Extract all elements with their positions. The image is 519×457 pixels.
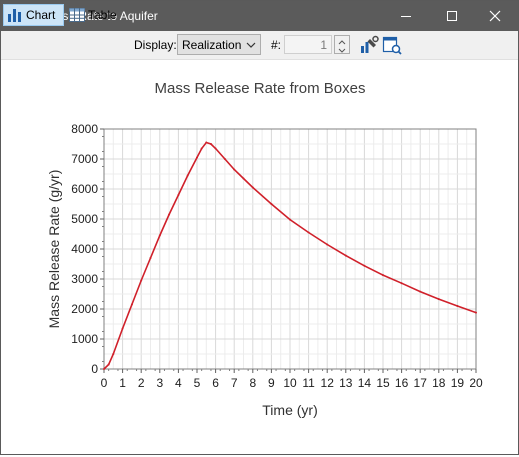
x-tick-label: 18 [432, 376, 446, 390]
chart-properties-icon [361, 35, 379, 53]
x-tick-label: 5 [194, 376, 201, 390]
x-axis-title: Time (yr) [262, 402, 317, 418]
x-tick-label: 20 [469, 376, 483, 390]
display-label: Display: [134, 38, 177, 52]
chart-view-button[interactable]: Chart [3, 4, 64, 26]
x-tick-label: 10 [283, 376, 297, 390]
spin-down-button[interactable] [335, 44, 349, 53]
y-tick-label: 1000 [71, 332, 98, 346]
release-rate-window: Release Rate to Aquifer Chart Table Disp… [0, 0, 519, 455]
table-icon [69, 8, 85, 22]
x-tick-label: 11 [302, 376, 315, 390]
y-tick-label: 5000 [71, 212, 98, 226]
chart-panel: Mass Release Rate from Boxes 01234567891… [1, 60, 518, 454]
y-tick-label: 2000 [71, 302, 98, 316]
x-tick-label: 4 [175, 376, 182, 390]
x-tick-label: 3 [156, 376, 163, 390]
y-tick-label: 6000 [71, 182, 98, 196]
x-tick-label: 0 [101, 376, 108, 390]
y-tick-label: 8000 [71, 122, 98, 136]
realization-number-input[interactable]: 1 [284, 35, 332, 54]
mass-release-rate-chart: Mass Release Rate from Boxes 01234567891… [46, 80, 483, 418]
x-tick-label: 8 [249, 376, 256, 390]
realization-number-value: 1 [320, 38, 327, 52]
table-view-label: Table [88, 8, 117, 22]
x-tick-label: 7 [231, 376, 238, 390]
display-select-value: Realization [182, 38, 242, 52]
x-tick-label: 15 [376, 376, 390, 390]
spin-down-icon [338, 48, 346, 53]
minimize-icon [401, 16, 411, 17]
maximize-button[interactable] [429, 1, 475, 31]
x-tick-label: 2 [138, 376, 145, 390]
bar-chart-icon [8, 9, 21, 22]
y-tick-label: 7000 [71, 152, 98, 166]
x-tick-label: 17 [414, 376, 428, 390]
y-tick-label: 4000 [71, 242, 98, 256]
chevron-down-icon [246, 42, 256, 48]
x-tick-label: 12 [321, 376, 335, 390]
y-tick-label: 0 [91, 362, 98, 376]
display-select[interactable]: Realization [177, 34, 261, 55]
x-tick-label: 9 [268, 376, 275, 390]
x-tick-label: 13 [339, 376, 353, 390]
x-tick-label: 16 [395, 376, 409, 390]
chart-settings-icon [382, 36, 402, 55]
chart-settings-button[interactable] [381, 34, 403, 56]
chart-view-label: Chart [26, 8, 56, 22]
table-view-button[interactable]: Table [67, 4, 123, 26]
x-tick-label: 14 [358, 376, 372, 390]
x-tick-label: 1 [119, 376, 126, 390]
close-icon [489, 10, 501, 22]
realization-number-label: #: [271, 38, 282, 52]
close-button[interactable] [472, 1, 518, 31]
realization-spinner[interactable] [334, 35, 350, 54]
chart-properties-button[interactable] [358, 34, 380, 56]
y-axis-title: Mass Release Rate (g/yr) [46, 170, 62, 329]
maximize-icon [447, 11, 457, 21]
x-tick-label: 6 [212, 376, 219, 390]
chart-title: Mass Release Rate from Boxes [155, 80, 366, 97]
minimize-button[interactable] [383, 1, 429, 31]
y-tick-label: 3000 [71, 272, 98, 286]
x-tick-label: 19 [451, 376, 465, 390]
